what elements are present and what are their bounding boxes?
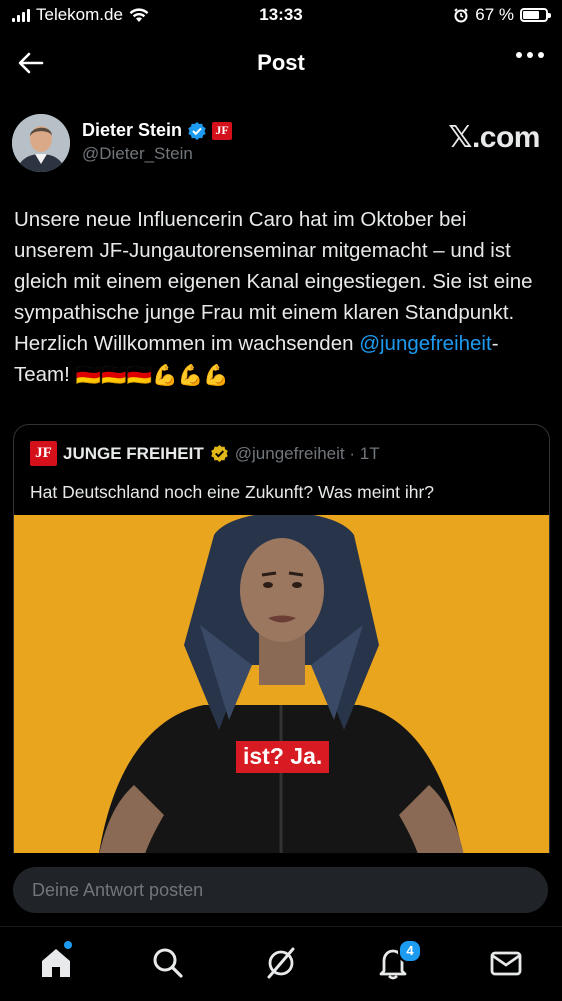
battery-icon <box>520 8 551 22</box>
author-handle[interactable]: @Dieter_Stein <box>82 144 193 164</box>
reply-bar: Deine Antwort posten <box>0 853 562 925</box>
grok-icon[interactable] <box>263 945 299 981</box>
jf-badge-icon: JF <box>212 121 233 140</box>
more-icon[interactable] <box>516 52 544 58</box>
avatar[interactable] <box>12 114 70 172</box>
battery-percent: 67 % <box>475 5 514 24</box>
x-com-label: 𝕏.com <box>448 121 540 154</box>
quoted-post[interactable]: JF JUNGE FREIHEIT @jungefreiheit · 1T Ha… <box>13 424 550 886</box>
emoji-row: 🇩🇪🇩🇪🇩🇪💪💪💪 <box>75 364 229 388</box>
mail-icon[interactable] <box>488 945 524 981</box>
post-body: Unsere neue Influencerin Caro hat im Okt… <box>14 204 546 391</box>
reply-input[interactable]: Deine Antwort posten <box>13 867 548 913</box>
quote-handle: @jungefreiheit · 1T <box>234 443 380 463</box>
battery-level <box>523 11 540 19</box>
header: Post <box>0 32 562 94</box>
page-title: Post <box>257 50 305 75</box>
verified-gold-icon <box>210 444 228 463</box>
video-caption: ist? Ja. <box>236 741 330 773</box>
mention-link[interactable]: @jungefreiheit <box>359 332 492 355</box>
post-author: Dieter Stein JF @Dieter_Stein 𝕏.com <box>12 114 552 174</box>
status-bar: Telekom.de 13:33 67 % <box>0 0 562 32</box>
author-name[interactable]: Dieter Stein <box>82 120 182 141</box>
video-frame <box>14 515 549 885</box>
quote-text: Hat Deutschland noch eine Zukunft? Was m… <box>30 482 435 502</box>
quote-author-name: JUNGE FREIHEIT <box>63 443 204 463</box>
notification-badge: 4 <box>398 939 422 963</box>
search-icon[interactable] <box>150 945 186 981</box>
video-media[interactable]: ist? Ja. <box>14 515 549 885</box>
home-activity-dot <box>64 941 72 949</box>
alarm-icon <box>454 8 468 23</box>
bottom-tab-bar: 4 <box>0 926 562 1001</box>
jf-logo-icon: JF <box>30 441 57 466</box>
verified-icon <box>188 121 206 140</box>
home-icon[interactable] <box>38 945 74 981</box>
